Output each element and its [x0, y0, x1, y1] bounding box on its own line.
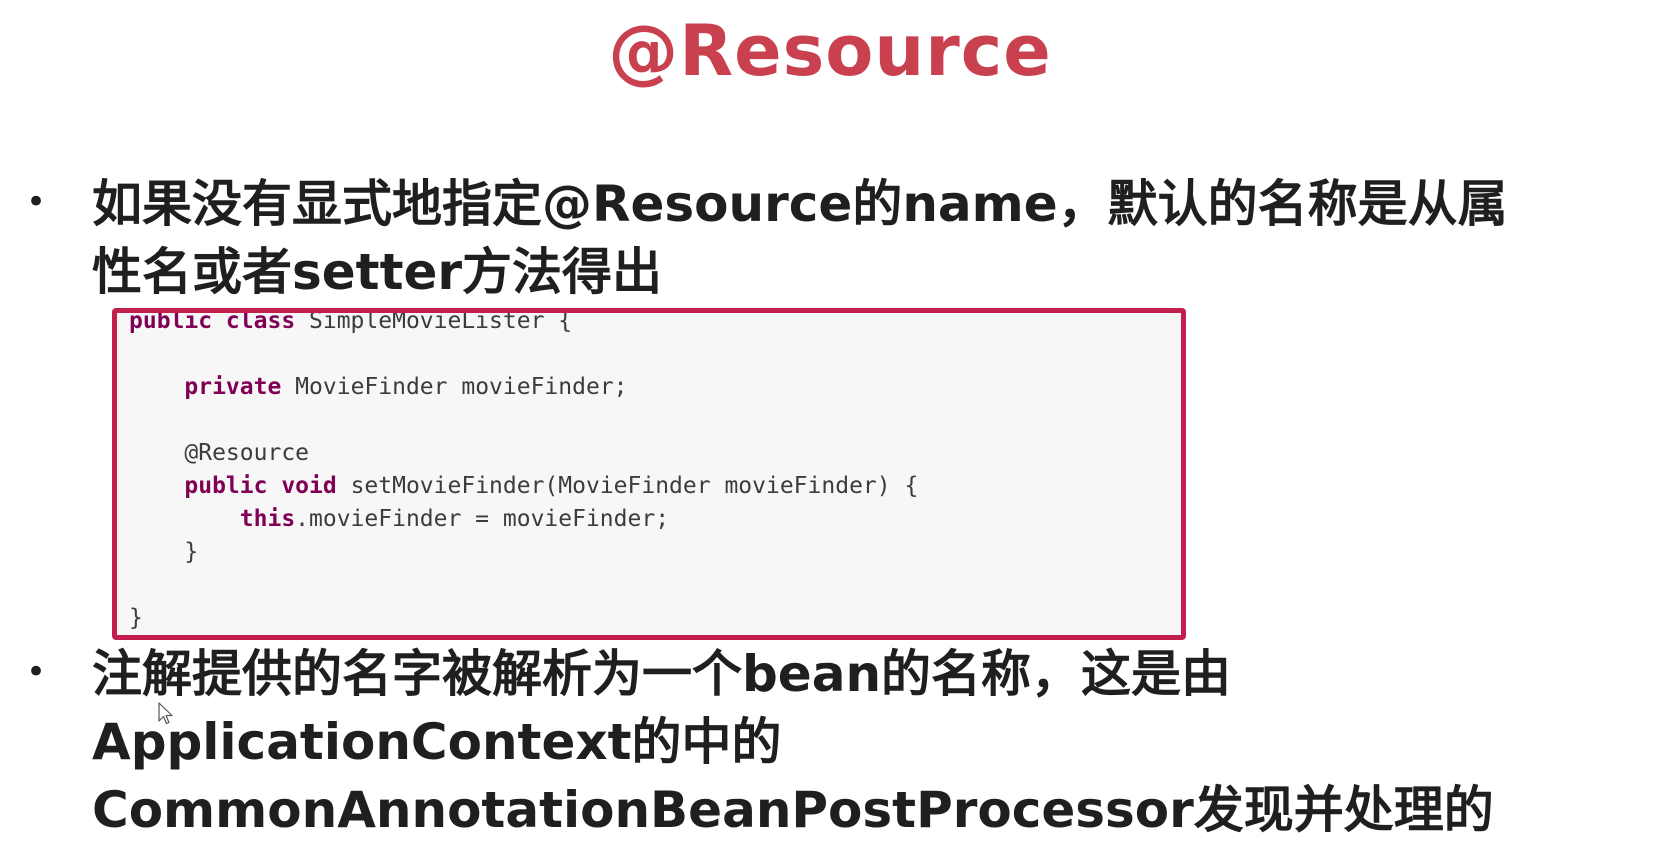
bullet-line: 性名或者setter方法得出	[92, 243, 663, 301]
code-line: private MovieFinder movieFinder;	[129, 371, 918, 404]
code-keyword: this	[239, 506, 296, 532]
code-line: }	[129, 536, 918, 569]
bullet-marker: •	[26, 652, 47, 692]
code-text: }	[184, 539, 199, 565]
bullet-item-bean-name-resolution: • 注解提供的名字被解析为一个bean的名称，这是由 ApplicationCo…	[0, 640, 1660, 839]
code-line: @Resource	[129, 437, 918, 470]
code-snippet: public class SimpleMovieLister { private…	[129, 308, 918, 635]
bullet-line: ApplicationContext的中的	[92, 713, 782, 771]
code-text: MovieFinder movieFinder;	[281, 374, 628, 400]
code-line: this.movieFinder = movieFinder;	[129, 503, 918, 536]
bullet-text: 如果没有显式地指定@Resource的name，默认的名称是从属 性名或者set…	[92, 170, 1642, 306]
code-text: }	[129, 605, 143, 631]
code-text: @Resource	[184, 440, 310, 466]
code-keyword: public void	[184, 473, 337, 499]
bullet-marker: •	[26, 182, 47, 222]
bullet-line: 如果没有显式地指定@Resource的name，默认的名称是从属	[92, 175, 1508, 233]
bullet-line: 注解提供的名字被解析为一个bean的名称，这是由	[92, 645, 1232, 703]
bullet-text: 注解提供的名字被解析为一个bean的名称，这是由 ApplicationCont…	[92, 640, 1642, 844]
slide-title: @Resource	[608, 10, 1052, 92]
code-text: setMovieFinder(MovieFinder movieFinder) …	[336, 473, 919, 499]
bullet-item-default-name: • 如果没有显式地指定@Resource的name，默认的名称是从属 性名或者s…	[0, 170, 1660, 310]
code-line: public void setMovieFinder(MovieFinder m…	[129, 470, 918, 503]
code-keyword: public class	[129, 308, 296, 334]
bullet-line: CommonAnnotationBeanPostProcessor发现并处理的	[92, 781, 1494, 839]
code-line: }	[129, 602, 918, 635]
code-text: SimpleMovieLister {	[295, 308, 573, 334]
code-text: .movieFinder = movieFinder;	[295, 506, 670, 532]
code-line: public class SimpleMovieLister {	[129, 308, 918, 338]
code-keyword: private	[184, 374, 282, 400]
code-snippet-box: public class SimpleMovieLister { private…	[112, 308, 1186, 640]
